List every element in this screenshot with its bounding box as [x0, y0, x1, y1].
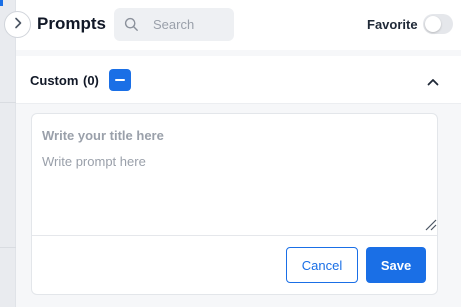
custom-section-header[interactable]: Custom (0): [16, 56, 461, 104]
panel-header: Prompts Favorite: [16, 0, 461, 50]
save-button[interactable]: Save: [366, 247, 426, 283]
prompt-editor-card: Cancel Save: [31, 113, 438, 295]
page-title: Prompts: [37, 14, 106, 33]
chevron-right-icon: [13, 16, 23, 34]
search-icon: [124, 17, 139, 37]
sidebar-active-indicator: [0, 0, 3, 6]
prompt-title-field[interactable]: [42, 124, 422, 146]
section-count: (0): [83, 73, 99, 88]
search-input[interactable]: [153, 8, 231, 41]
search-box[interactable]: [114, 8, 234, 41]
toggle-knob: [425, 16, 441, 32]
cancel-button[interactable]: Cancel: [286, 247, 358, 283]
sidebar-divider: [0, 102, 16, 103]
sidebar-strip: [0, 0, 16, 307]
favorite-toggle[interactable]: [423, 14, 453, 34]
prompt-body-field[interactable]: [42, 154, 437, 234]
collapse-panel-button[interactable]: [4, 11, 31, 38]
prompts-panel: Prompts Favorite Custom (0): [4, 0, 461, 307]
collapse-all-button[interactable]: [109, 69, 131, 91]
card-divider: [32, 235, 437, 236]
favorite-label: Favorite: [367, 17, 418, 32]
section-title: Custom: [30, 73, 79, 88]
resize-grip-icon[interactable]: [425, 218, 437, 236]
sidebar-divider: [0, 247, 16, 248]
chevron-up-icon[interactable]: [427, 74, 439, 92]
